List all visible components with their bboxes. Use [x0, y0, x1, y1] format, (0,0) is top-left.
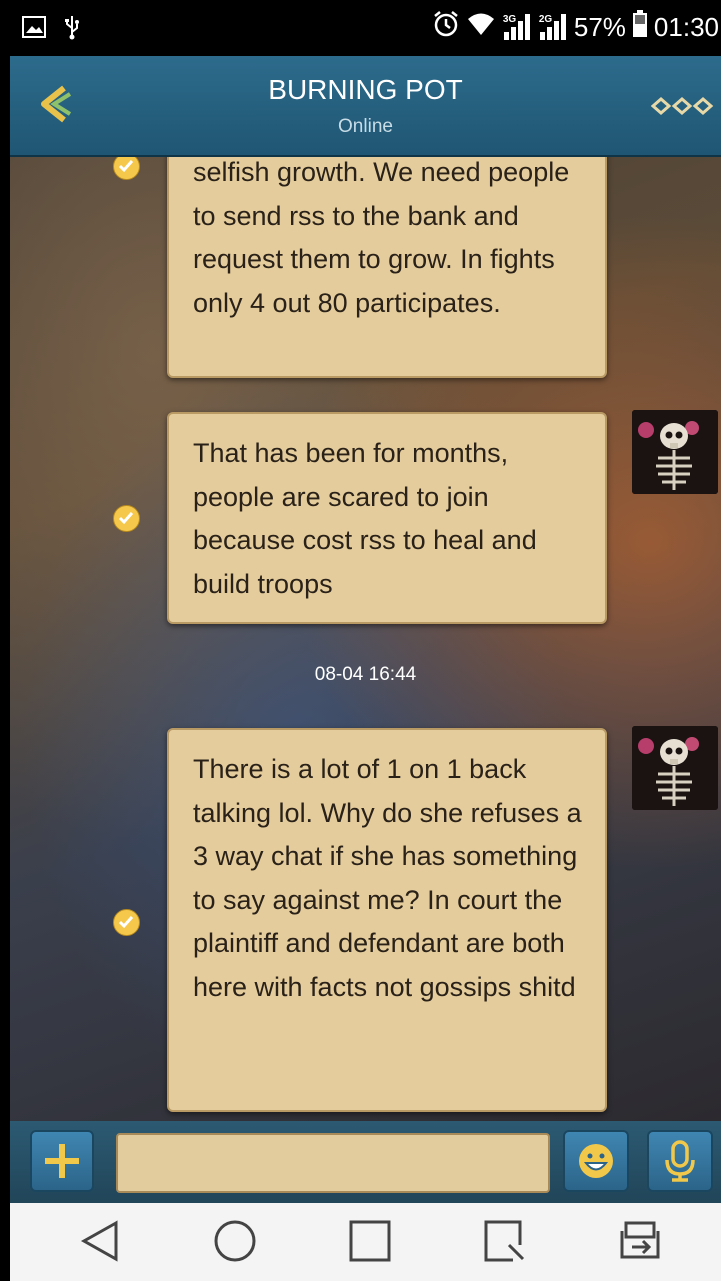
system-nav-bar — [10, 1203, 721, 1281]
microphone-icon — [665, 1140, 695, 1182]
message-bubble[interactable]: selfish growth. We need people to send r… — [167, 157, 607, 378]
message-list[interactable]: selfish growth. We need people to send r… — [10, 157, 721, 1121]
message-bubble[interactable]: There is a lot of 1 on 1 back talking lo… — [167, 728, 607, 1112]
more-options-icon[interactable] — [650, 96, 715, 121]
emoji-button[interactable] — [563, 1130, 629, 1192]
battery-icon — [632, 10, 648, 45]
read-check-icon — [113, 157, 140, 180]
app-frame: 3G 2G 57% 01:30 BURNING POT Online selfi… — [10, 0, 721, 1281]
wifi-icon — [466, 11, 496, 44]
online-status: Online — [338, 116, 393, 137]
signal-icon-sim1: 3G — [502, 13, 532, 42]
message-text: That has been for months, people are sca… — [193, 438, 537, 599]
share-screen-icon[interactable] — [616, 1219, 666, 1268]
read-check-icon — [113, 909, 140, 936]
plus-icon — [45, 1144, 79, 1178]
alarm-icon — [432, 10, 460, 45]
attach-button[interactable] — [30, 1130, 94, 1192]
battery-percent: 57% — [573, 12, 626, 42]
message-input[interactable] — [116, 1133, 550, 1193]
back-nav-icon[interactable] — [78, 1219, 122, 1268]
smiley-icon — [579, 1144, 613, 1178]
message-text: There is a lot of 1 on 1 back talking lo… — [193, 754, 582, 1002]
message-input-bar — [10, 1121, 721, 1203]
user-avatar[interactable] — [632, 410, 718, 494]
gallery-icon — [22, 16, 46, 43]
status-bar: 3G 2G 57% 01:30 — [10, 0, 721, 56]
message-text: selfish growth. We need people to send r… — [193, 157, 570, 318]
recents-nav-icon[interactable] — [348, 1219, 392, 1268]
screen-select-icon[interactable] — [483, 1219, 527, 1268]
message-timestamp: 08-04 16:44 — [314, 664, 417, 685]
signal-icon-sim2: 2G — [538, 13, 568, 42]
home-nav-icon[interactable] — [213, 1219, 257, 1268]
clock: 01:30 — [653, 12, 719, 42]
chat-title: BURNING POT — [268, 74, 463, 105]
voice-button[interactable] — [647, 1130, 713, 1192]
skull-avatar-image — [632, 726, 718, 810]
chat-header: BURNING POT Online — [10, 56, 721, 157]
read-check-icon — [113, 505, 140, 532]
usb-icon — [64, 14, 80, 45]
user-avatar[interactable] — [632, 726, 718, 810]
message-bubble[interactable]: That has been for months, people are sca… — [167, 412, 607, 624]
skull-avatar-image — [632, 410, 718, 494]
